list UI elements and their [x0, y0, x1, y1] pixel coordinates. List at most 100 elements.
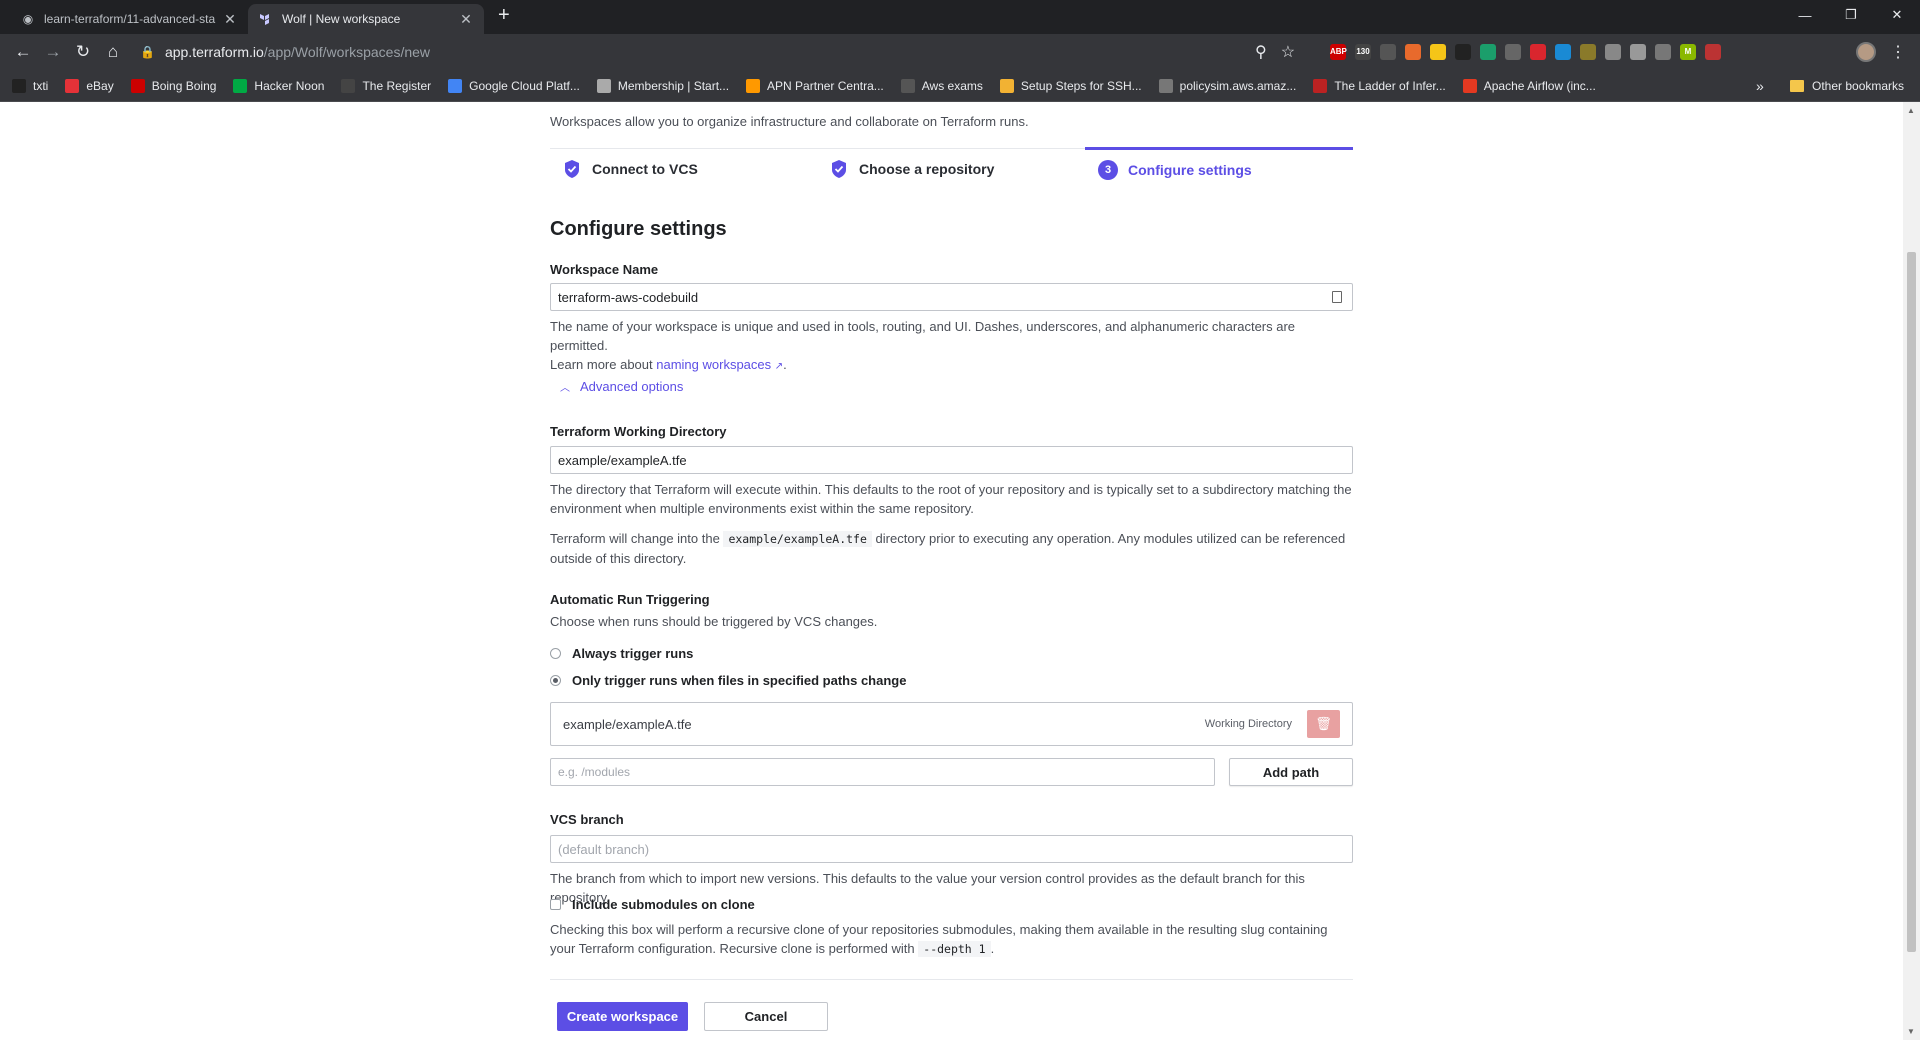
browser-tab-strip: ◉ learn-terraform/11-advanced-sta ✕ Wolf… — [0, 0, 1920, 34]
scroll-down-icon[interactable]: ▼ — [1907, 1027, 1915, 1036]
radio-paths-trigger[interactable]: Only trigger runs when files in specifie… — [550, 673, 906, 688]
page-content: Workspaces allow you to organize infrast… — [0, 102, 1920, 1040]
back-icon[interactable]: ← — [8, 37, 38, 67]
gcp-icon — [448, 78, 463, 93]
bookmark-label: eBay — [86, 78, 114, 93]
github-icon: ◉ — [22, 12, 34, 26]
bookmark-item[interactable]: APN Partner Centra... — [746, 78, 884, 93]
check-badge-icon — [832, 160, 846, 178]
submodules-help: Checking this box will perform a recursi… — [550, 920, 1353, 959]
bookmark-item[interactable]: eBay — [65, 78, 114, 93]
close-icon[interactable]: ✕ — [458, 11, 474, 28]
extension-icon[interactable] — [1430, 44, 1446, 60]
extension-icon[interactable] — [1605, 44, 1621, 60]
scrollbar[interactable]: ▲ ▼ — [1903, 102, 1920, 1040]
extension-icon[interactable] — [1630, 44, 1646, 60]
extension-icon[interactable] — [1380, 44, 1396, 60]
bookmark-label: The Register — [362, 78, 432, 93]
extension-icon[interactable] — [1705, 44, 1721, 60]
close-window-icon[interactable]: ✕ — [1874, 0, 1920, 30]
working-directory-help-2: Terraform will change into the example/e… — [550, 529, 1353, 568]
add-path-input[interactable]: e.g. /modules — [550, 758, 1215, 786]
extension-icon[interactable] — [1580, 44, 1596, 60]
extension-icon[interactable] — [1530, 44, 1546, 60]
naming-workspaces-link[interactable]: naming workspaces ↗ — [656, 357, 783, 372]
bookmark-item[interactable]: txti — [12, 78, 48, 93]
address-bar[interactable]: 🔒 app.terraform.io /app/Wolf/workspaces/… — [140, 38, 1300, 66]
radio-always-trigger[interactable]: Always trigger runs — [550, 646, 693, 661]
bookmark-item[interactable]: Apache Airflow (inc... — [1462, 78, 1596, 93]
zoom-icon[interactable]: ⚲ — [1255, 42, 1267, 62]
bookmarks-more-icon[interactable]: » — [1756, 78, 1764, 94]
clipboard-icon[interactable] — [1332, 291, 1342, 303]
reload-icon[interactable]: ↻ — [68, 37, 98, 67]
step-connect-vcs[interactable]: Connect to VCS — [562, 149, 698, 189]
create-workspace-button[interactable]: Create workspace — [557, 1002, 688, 1031]
extension-icon[interactable]: 130 — [1355, 44, 1371, 60]
new-tab-icon[interactable]: + — [498, 4, 510, 27]
workspace-name-label: Workspace Name — [550, 262, 659, 277]
bookmark-label: Apache Airflow (inc... — [1483, 78, 1596, 93]
close-icon[interactable]: ✕ — [222, 11, 238, 28]
working-directory-help: The directory that Terraform will execut… — [550, 482, 1352, 516]
bookmark-item[interactable]: Hacker Noon — [233, 78, 324, 93]
bookmark-item[interactable]: The Ladder of Infer... — [1313, 78, 1446, 93]
vcs-branch-input[interactable]: (default branch) — [550, 835, 1353, 863]
run-triggering-label: Automatic Run Triggering — [550, 592, 710, 607]
extension-icon[interactable] — [1505, 44, 1521, 60]
extension-icon[interactable] — [1655, 44, 1671, 60]
workspace-name-input[interactable]: terraform-aws-codebuild — [550, 283, 1353, 311]
bb-icon — [130, 78, 145, 93]
star-icon[interactable]: ☆ — [1281, 42, 1295, 62]
advanced-options-toggle[interactable]: ︿ Advanced options — [560, 379, 683, 394]
include-submodules-checkbox[interactable]: Include submodules on clone — [550, 897, 755, 912]
step-configure-settings[interactable]: 3 Configure settings — [1085, 147, 1353, 190]
help-learn: Learn more about — [550, 357, 653, 372]
step-label: Connect to VCS — [592, 161, 698, 177]
bookmark-item[interactable]: Setup Steps for SSH... — [999, 78, 1142, 93]
page-title: Configure settings — [550, 218, 727, 240]
workspace-name-value: terraform-aws-codebuild — [558, 289, 699, 305]
extension-icon[interactable]: M — [1680, 44, 1696, 60]
bookmark-label: Google Cloud Platf... — [469, 78, 580, 93]
bookmark-label: Boing Boing — [151, 78, 217, 93]
radio-button[interactable] — [550, 648, 561, 659]
checkbox[interactable] — [550, 899, 561, 910]
delete-path-button[interactable]: 🗑 — [1307, 710, 1340, 738]
scrollbar-thumb[interactable] — [1907, 252, 1916, 952]
step-label: Configure settings — [1128, 162, 1252, 178]
tab-title: learn-terraform/11-advanced-sta — [44, 12, 216, 26]
step-label: Choose a repository — [859, 161, 995, 177]
step-choose-repository[interactable]: Choose a repository — [829, 149, 994, 189]
wizard-steps: Connect to VCS Choose a repository 3 Con… — [550, 147, 1353, 190]
profile-avatar[interactable] — [1856, 42, 1876, 62]
ebay-icon — [65, 78, 80, 93]
bookmark-item[interactable]: policysim.aws.amaz... — [1158, 78, 1296, 93]
browser-tab-github[interactable]: ◉ learn-terraform/11-advanced-sta ✕ — [10, 4, 248, 34]
extension-icon[interactable] — [1555, 44, 1571, 60]
bookmark-item[interactable]: Boing Boing — [130, 78, 217, 93]
url-path: /app/Wolf/workspaces/new — [263, 44, 431, 60]
restore-icon[interactable]: ❐ — [1828, 0, 1874, 30]
working-directory-input[interactable]: example/exampleA.tfe — [550, 446, 1353, 474]
minimize-icon[interactable]: — — [1782, 0, 1828, 30]
chevron-up-icon: ︿ — [560, 383, 570, 394]
bookmark-item[interactable]: Google Cloud Platf... — [448, 78, 580, 93]
extension-icon[interactable] — [1480, 44, 1496, 60]
other-bookmarks[interactable]: Other bookmarks — [1790, 79, 1904, 93]
adblock-icon[interactable]: ABP — [1330, 44, 1347, 60]
bookmark-item[interactable]: Aws exams — [900, 78, 983, 93]
trigger-path-value: example/exampleA.tfe — [563, 716, 692, 732]
add-path-button[interactable]: Add path — [1229, 758, 1353, 786]
scroll-up-icon[interactable]: ▲ — [1907, 106, 1915, 115]
bookmark-item[interactable]: The Register — [341, 78, 432, 93]
home-icon[interactable]: ⌂ — [98, 37, 128, 67]
extension-icon[interactable] — [1405, 44, 1421, 60]
cancel-button[interactable]: Cancel — [704, 1002, 828, 1031]
forward-icon[interactable]: → — [38, 37, 68, 67]
menu-icon[interactable]: ⋮ — [1890, 42, 1906, 62]
browser-tab-terraform[interactable]: Wolf | New workspace ✕ — [248, 4, 484, 34]
radio-button[interactable] — [550, 675, 561, 686]
extension-icon[interactable] — [1455, 44, 1471, 60]
bookmark-item[interactable]: Membership | Start... — [596, 78, 729, 93]
